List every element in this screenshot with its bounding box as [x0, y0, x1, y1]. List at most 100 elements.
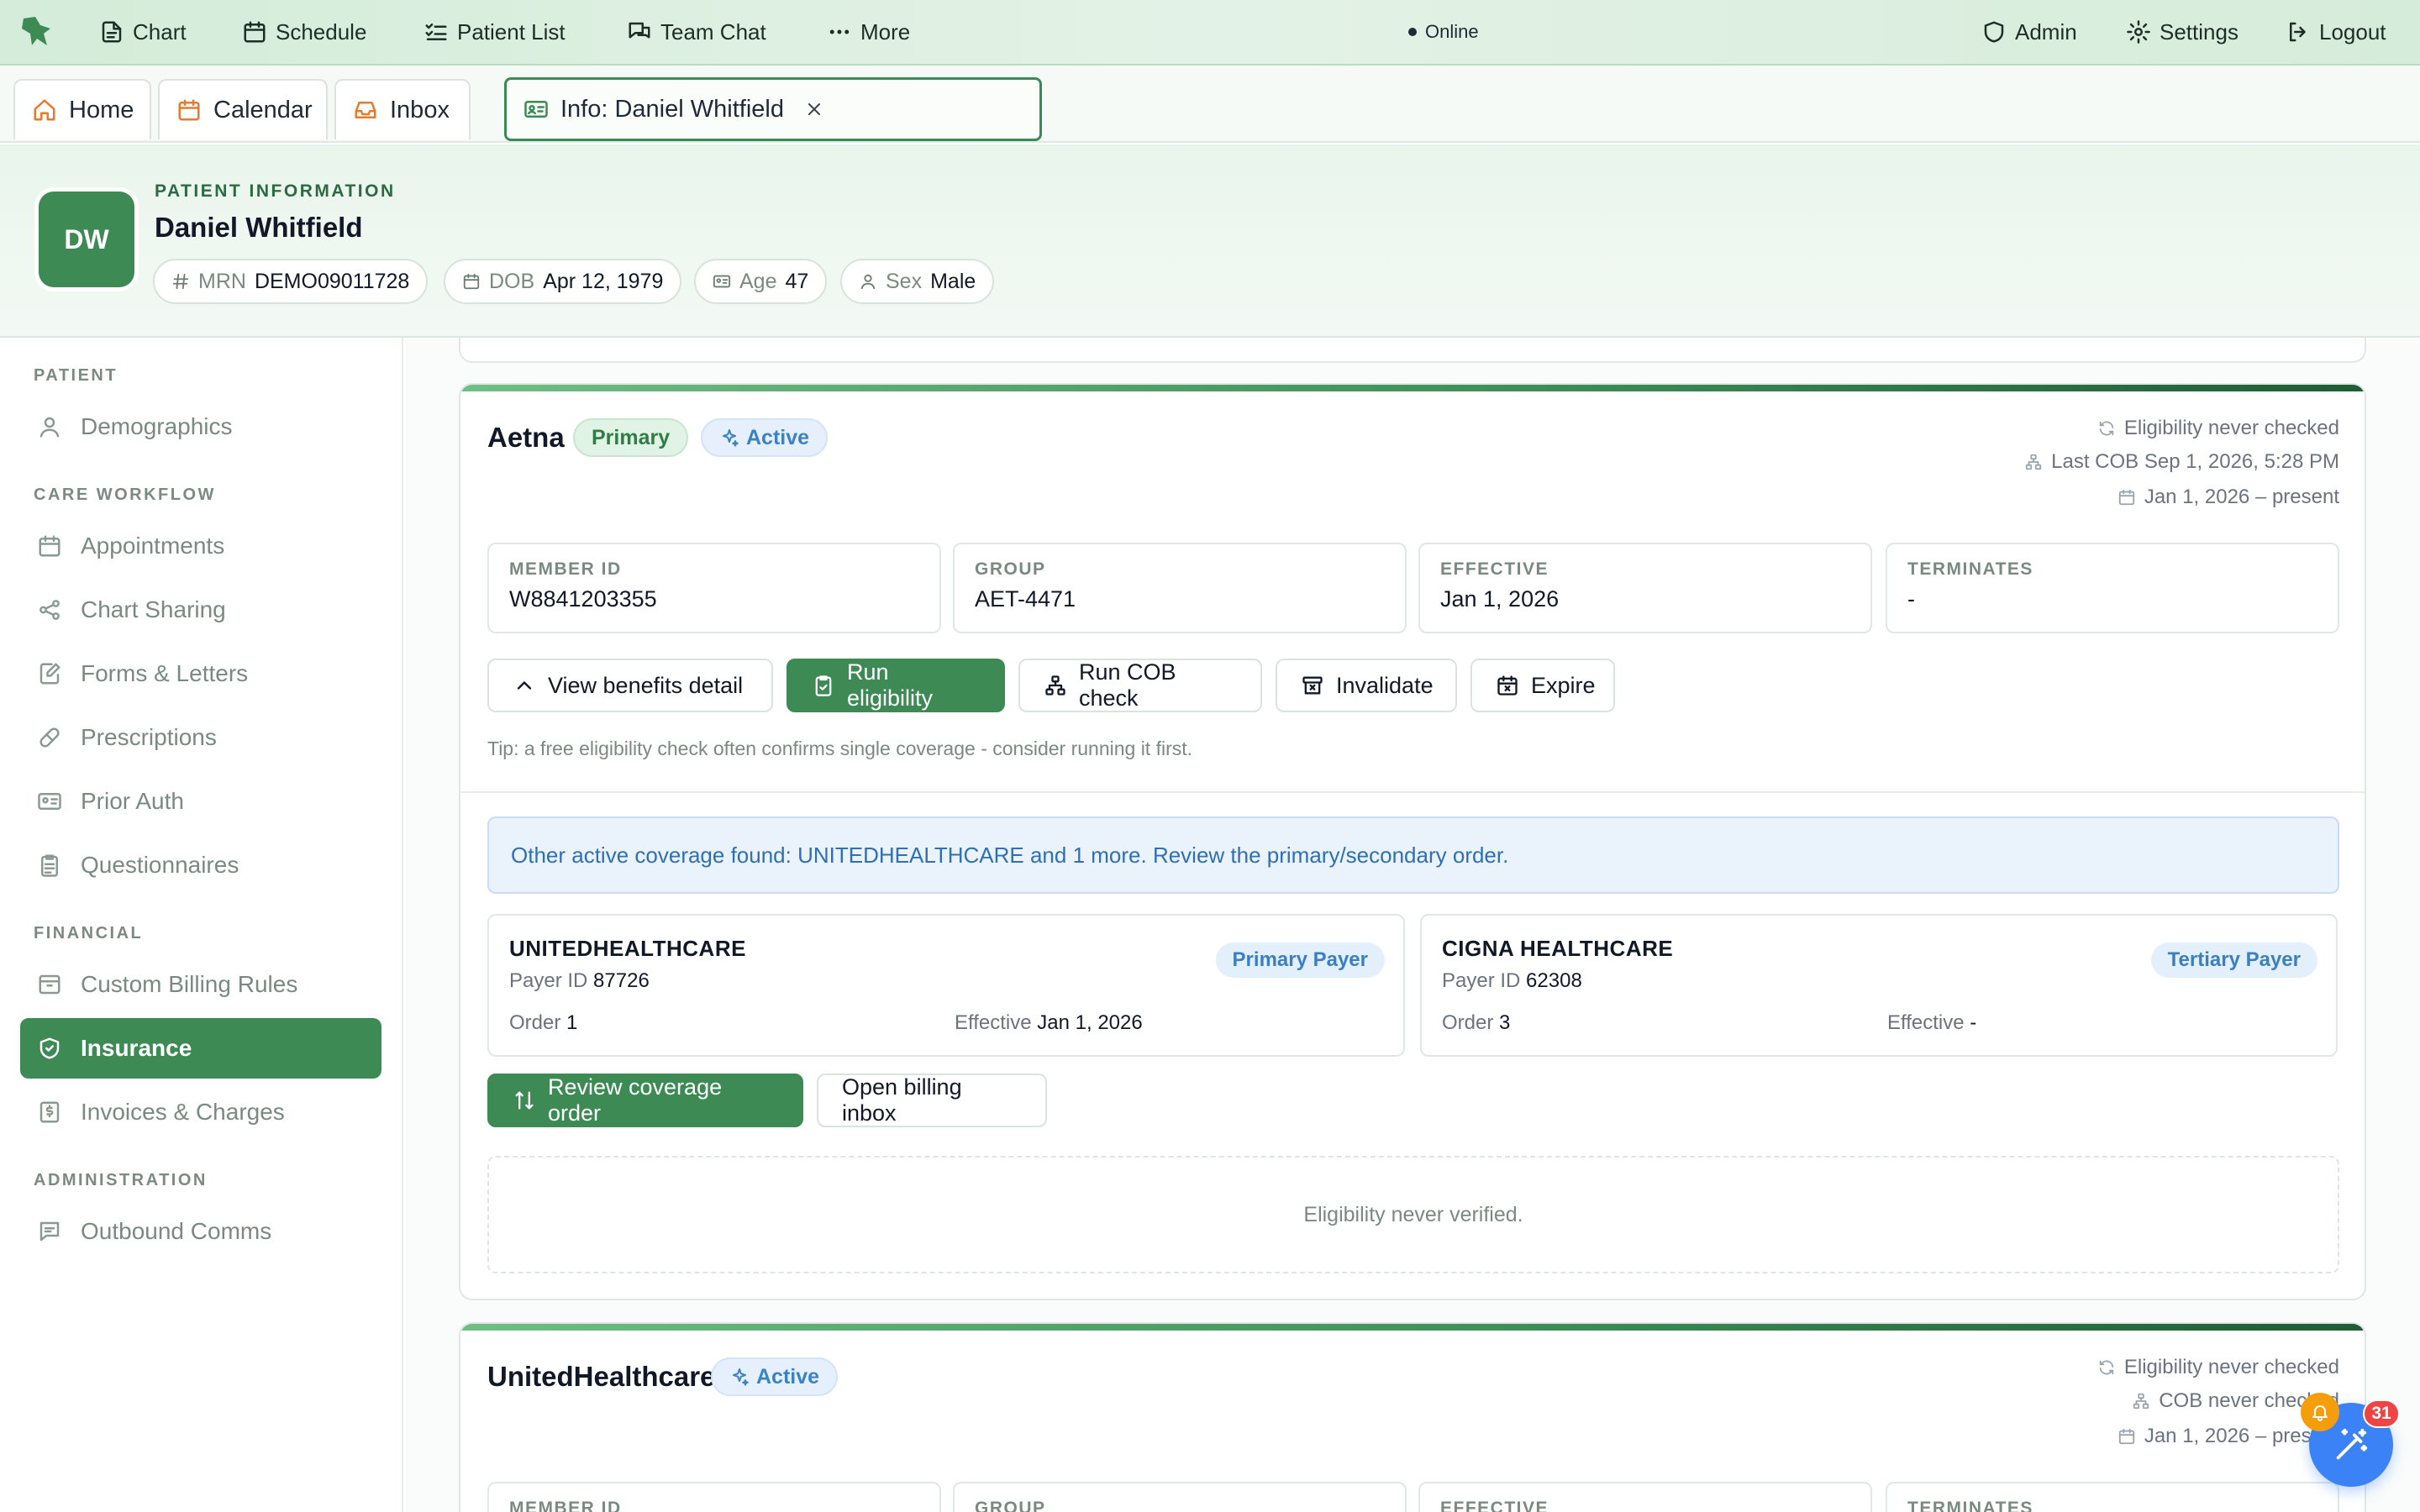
field-value: W8841203355 [509, 586, 657, 612]
payer-id: Payer ID 62308 [1442, 969, 1582, 993]
sidebar-section-patient: PATIENT [34, 366, 118, 385]
notification-bell[interactable] [2301, 1393, 2339, 1431]
payer-effective: Effective - [1887, 1011, 1976, 1035]
run-eligibility-button[interactable]: Run eligibility [786, 659, 1005, 712]
insurance-policy-card: UnitedHealthcare Active Eligibility neve… [459, 1322, 2366, 1512]
sidebar-item-prior-auth[interactable]: Prior Auth [20, 771, 381, 832]
sort-arrows-icon [513, 1089, 536, 1112]
bell-icon [2310, 1402, 2330, 1422]
last-cob-status: Last COB Sep 1, 2026, 5:28 PM [2024, 450, 2339, 474]
sidebar-item-demographics[interactable]: Demographics [20, 396, 381, 457]
sidebar-item-outbound-comms[interactable]: Outbound Comms [20, 1201, 381, 1262]
view-benefits-button[interactable]: View benefits detail [487, 659, 773, 712]
expire-label: Expire [1531, 672, 1596, 698]
tab-calendar[interactable]: Calendar [158, 79, 328, 139]
eligibility-status: Eligibility never checked [2097, 417, 2339, 440]
tab-home[interactable]: Home [13, 79, 151, 139]
sidebar-item-chart-sharing[interactable]: Chart Sharing [20, 580, 381, 640]
active-badge: Active [711, 1357, 839, 1396]
sex-value: Male [930, 269, 976, 293]
nav-team-chat-label: Team Chat [660, 18, 766, 45]
payer-order: Order 1 [509, 1011, 577, 1035]
effective-value: - [1970, 1011, 1977, 1034]
field-label: EFFECTIVE [1440, 1499, 1549, 1512]
mrn-label: MRN [198, 269, 246, 293]
sidebar-item-label: Appointments [81, 533, 225, 559]
sidebar-item-invoices-charges[interactable]: Invoices & Charges [20, 1082, 381, 1142]
effective-value: Jan 1, 2026 [1037, 1011, 1143, 1034]
nav-patient-list[interactable]: Patient List [424, 0, 566, 64]
close-tab-icon[interactable] [804, 99, 824, 119]
nav-schedule-label: Schedule [276, 18, 367, 45]
user-icon [37, 414, 62, 439]
sidebar-section-administration: ADMINISTRATION [34, 1171, 208, 1189]
patient-avatar: DW [39, 192, 134, 287]
effective-label: Effective [1887, 1011, 1965, 1034]
tab-patient-info[interactable]: Info: Daniel Whitfield [504, 77, 1042, 141]
order-value: 3 [1499, 1011, 1511, 1034]
sidebar-item-prescriptions[interactable]: Prescriptions [20, 707, 381, 768]
review-coverage-order-button[interactable]: Review coverage order [487, 1074, 803, 1127]
group-field: GROUP [953, 1482, 1407, 1512]
app-logo-icon[interactable] [18, 13, 55, 50]
field-value: Jan 1, 2026 [1440, 586, 1560, 612]
field-label: GROUP [975, 559, 1046, 579]
expire-button[interactable]: Expire [1470, 659, 1615, 712]
sparkle-icon [729, 1367, 750, 1387]
nav-admin[interactable]: Admin [1981, 0, 2077, 64]
age-value: 47 [785, 269, 809, 293]
pill-icon [37, 725, 62, 750]
patient-name: Daniel Whitfield [155, 212, 363, 243]
sidebar-item-label: Invoices & Charges [81, 1099, 285, 1125]
nav-chart-label: Chart [133, 18, 187, 45]
sidebar-item-questionnaires[interactable]: Questionnaires [20, 835, 381, 895]
run-cob-check-button[interactable]: Run COB check [1018, 659, 1262, 712]
payer-id-label: Payer ID [509, 969, 588, 992]
eligibility-tip: Tip: a free eligibility check often conf… [487, 738, 1193, 759]
active-badge-label: Active [746, 425, 810, 449]
sidebar-item-appointments[interactable]: Appointments [20, 516, 381, 576]
invalidate-button[interactable]: Invalidate [1276, 659, 1457, 712]
id-card-icon [37, 789, 62, 814]
sidebar-section-financial: FINANCIAL [34, 924, 144, 942]
id-card-icon [713, 272, 731, 291]
calendar-icon [242, 19, 267, 45]
nav-schedule[interactable]: Schedule [242, 0, 366, 64]
mrn-value: DEMO09011728 [254, 269, 410, 293]
list-check-icon [424, 19, 449, 45]
sidebar-item-label: Insurance [81, 1035, 192, 1061]
field-label: TERMINATES [1907, 1499, 2033, 1512]
open-billing-inbox-button[interactable]: Open billing inbox [817, 1074, 1047, 1127]
coverage-period: Jan 1, 2026 – present [2118, 1425, 2339, 1448]
id-card-icon [523, 97, 549, 122]
message-icon [37, 1219, 62, 1244]
shield-icon [1981, 19, 2007, 45]
calendar-x-icon [1496, 674, 1519, 697]
field-label: TERMINATES [1907, 559, 2033, 579]
patient-section-label: PATIENT INFORMATION [155, 181, 396, 201]
sidebar-item-label: Prior Auth [81, 788, 184, 814]
sidebar-item-label: Chart Sharing [81, 596, 226, 622]
eligibility-status-text: Eligibility never checked [2123, 417, 2339, 439]
order-value: 1 [566, 1011, 578, 1034]
nav-patient-list-label: Patient List [457, 18, 566, 45]
nav-logout[interactable]: Logout [2286, 0, 2386, 64]
magic-wand-icon [2332, 1425, 2370, 1464]
sidebar-item-custom-billing-rules[interactable]: Custom Billing Rules [20, 954, 381, 1015]
nav-more[interactable]: More [827, 0, 910, 64]
field-label: MEMBER ID [509, 559, 622, 579]
sidebar-item-insurance[interactable]: Insurance [20, 1018, 381, 1079]
card-accent-bar [460, 385, 2365, 391]
sidebar-item-forms-letters[interactable]: Forms & Letters [20, 643, 381, 704]
calendar-icon [37, 533, 62, 559]
calendar-icon [176, 97, 202, 123]
sidebar-item-label: Forms & Letters [81, 660, 249, 686]
nav-more-label: More [860, 18, 911, 45]
nav-settings[interactable]: Settings [2126, 0, 2238, 64]
nav-chart[interactable]: Chart [99, 0, 187, 64]
other-payer-card: UNITEDHEALTHCARE Payer ID 87726 Order 1 … [487, 914, 1405, 1057]
nav-team-chat[interactable]: Team Chat [627, 0, 766, 64]
tab-inbox[interactable]: Inbox [334, 79, 471, 139]
hash-icon [171, 272, 190, 291]
view-benefits-label: View benefits detail [548, 672, 744, 698]
